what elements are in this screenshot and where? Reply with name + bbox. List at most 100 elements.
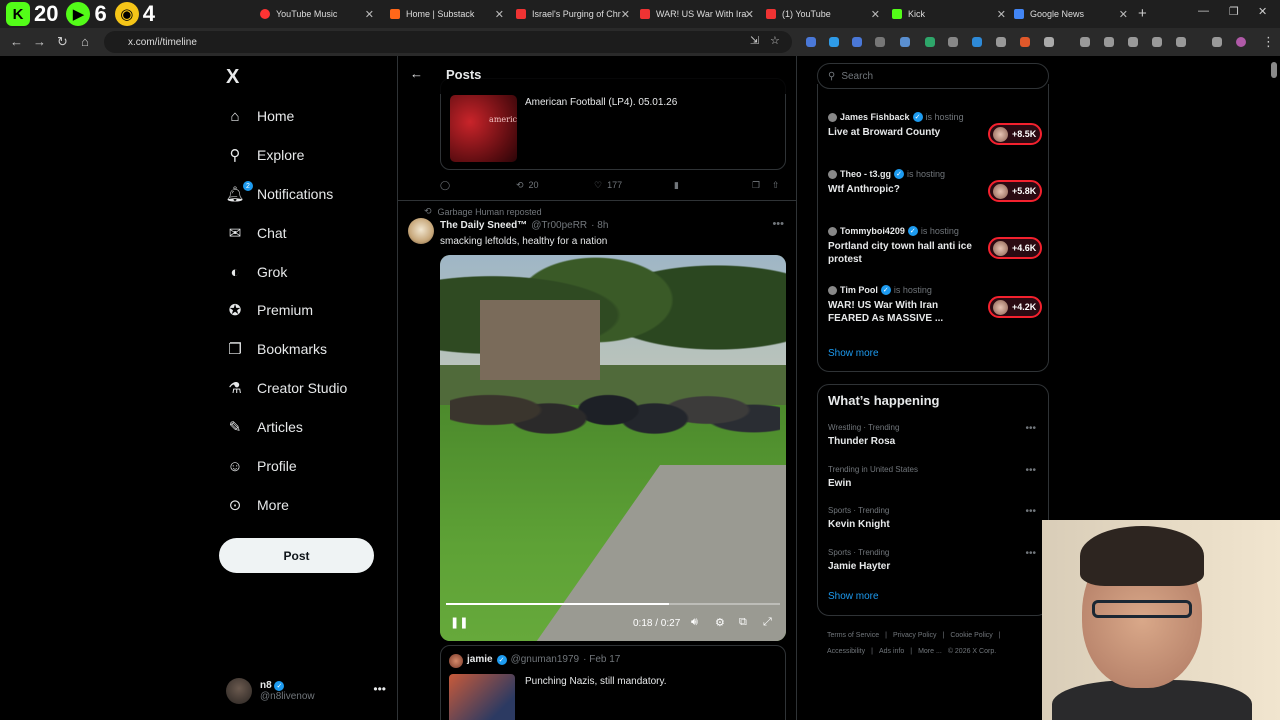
- tab-google-news[interactable]: Google News ✕: [1008, 3, 1132, 25]
- volume-icon[interactable]: 🔊︎: [691, 616, 698, 629]
- puzzle-icon[interactable]: [1044, 37, 1054, 47]
- reload-icon[interactable]: ↻: [57, 34, 68, 50]
- trend-item[interactable]: Trending in United States Ewin •••: [828, 465, 1042, 489]
- close-icon[interactable]: ✕: [745, 8, 754, 21]
- live-item[interactable]: Tim Pool ✓ is hosting WAR! US War With Ira…: [828, 285, 1042, 325]
- close-icon[interactable]: ✕: [997, 8, 1006, 21]
- tab-youtube-war[interactable]: WAR! US War With Ira ✕: [634, 3, 758, 25]
- post-button[interactable]: Post: [219, 538, 374, 573]
- sidebar-item-articles[interactable]: ✎ Articles: [226, 412, 303, 442]
- minimize-icon[interactable]: —: [1198, 5, 1209, 17]
- footer-link[interactable]: More ...: [918, 648, 942, 655]
- author-handle[interactable]: @Tr00peRR: [531, 220, 587, 231]
- footer-link[interactable]: Accessibility: [827, 648, 865, 655]
- more-dots-icon[interactable]: •••: [772, 218, 784, 230]
- x-logo[interactable]: X: [226, 66, 239, 89]
- home-browser-icon[interactable]: ⌂: [81, 34, 89, 49]
- profile-avatar-icon[interactable]: [1236, 37, 1246, 47]
- extension-icon[interactable]: [829, 37, 839, 47]
- trend-item[interactable]: Wrestling · Trending Thunder Rosa •••: [828, 423, 1042, 447]
- devtools-icon[interactable]: [1128, 37, 1138, 47]
- sidebar-item-premium[interactable]: ✪ Premium: [226, 295, 313, 325]
- footer-link[interactable]: Cookie Policy: [950, 632, 992, 639]
- sidepanel-icon[interactable]: [1152, 37, 1162, 47]
- avatar[interactable]: [408, 218, 434, 244]
- reply-icon[interactable]: ◯: [440, 180, 450, 191]
- live-count-pill[interactable]: +5.8K: [988, 180, 1042, 202]
- close-icon[interactable]: ✕: [495, 8, 504, 21]
- more-dots-icon[interactable]: •••: [1025, 548, 1036, 559]
- repost-button[interactable]: ⟲ 20: [516, 180, 539, 191]
- tab-kick[interactable]: Kick ✕: [886, 3, 1010, 25]
- footer-link[interactable]: Ads info: [879, 648, 904, 655]
- tab-substack[interactable]: Home | Substack ✕: [384, 3, 508, 25]
- extension-icon[interactable]: [972, 37, 982, 47]
- close-window-icon[interactable]: ✕: [1258, 5, 1267, 18]
- settings-icon[interactable]: ⚙: [715, 616, 725, 629]
- tab-youtube[interactable]: (1) YouTube ✕: [760, 3, 884, 25]
- post-time[interactable]: · 8h: [591, 220, 608, 231]
- extension-icon[interactable]: [852, 37, 862, 47]
- close-icon[interactable]: ✕: [871, 8, 880, 21]
- extension-icon[interactable]: [806, 37, 816, 47]
- live-item[interactable]: James Fishback ✓ is hosting Live at Browar…: [828, 112, 1042, 145]
- extension-icon[interactable]: [1212, 37, 1222, 47]
- sidebar-item-creator-studio[interactable]: ⚗ Creator Studio: [226, 373, 347, 403]
- sidebar-item-home[interactable]: ⌂ Home: [226, 101, 294, 131]
- more-dots-icon[interactable]: •••: [1025, 423, 1036, 434]
- like-button[interactable]: ♡ 177: [594, 180, 622, 191]
- tab-youtube-music[interactable]: YouTube Music ✕: [254, 3, 378, 25]
- extension-icon[interactable]: [996, 37, 1006, 47]
- extension-icon[interactable]: [900, 37, 910, 47]
- views-icon[interactable]: ▮: [674, 180, 679, 191]
- trend-item[interactable]: Sports · Trending Jamie Hayter •••: [828, 548, 1042, 572]
- trend-item[interactable]: Sports · Trending Kevin Knight •••: [828, 506, 1042, 530]
- video-progress-bar[interactable]: [446, 603, 780, 605]
- footer-link[interactable]: Terms of Service: [827, 632, 879, 639]
- pause-icon[interactable]: ❚❚: [450, 616, 468, 629]
- page-scrollbar[interactable]: [1271, 62, 1277, 78]
- sidebar-item-more[interactable]: ⊙ More: [226, 490, 289, 520]
- author-name[interactable]: The Daily Sneed™: [440, 220, 527, 231]
- show-more-link[interactable]: Show more: [828, 348, 879, 359]
- live-item[interactable]: Tommyboi4209 ✓ is hosting Portland city to…: [828, 226, 1042, 266]
- extension-icon[interactable]: [948, 37, 958, 47]
- close-icon[interactable]: ✕: [365, 8, 374, 21]
- extension-icon[interactable]: [875, 37, 885, 47]
- live-count-pill[interactable]: +4.6K: [988, 237, 1042, 259]
- sidebar-item-profile[interactable]: ☺ Profile: [226, 451, 296, 481]
- more-dots-icon[interactable]: •••: [373, 682, 386, 696]
- sidebar-item-grok[interactable]: ◐ Grok: [226, 257, 287, 287]
- tab-youtube-israel[interactable]: Israel's Purging of Chr ✕: [510, 3, 634, 25]
- show-more-link[interactable]: Show more: [828, 591, 879, 602]
- sidebar-item-bookmarks[interactable]: ❐ Bookmarks: [226, 334, 327, 364]
- sidebar-item-explore[interactable]: ⚲ Explore: [226, 140, 305, 170]
- close-icon[interactable]: ✕: [621, 8, 630, 21]
- history-icon[interactable]: [1080, 37, 1090, 47]
- install-icon[interactable]: ⇲: [750, 34, 759, 47]
- repost-indicator[interactable]: ⟲ Garbage Human reposted: [424, 206, 542, 217]
- more-dots-icon[interactable]: •••: [1025, 465, 1036, 476]
- url-field[interactable]: x.com/i/timeline: [104, 31, 792, 53]
- extension-icon[interactable]: [1176, 37, 1186, 47]
- back-icon[interactable]: ←: [10, 34, 23, 49]
- fullscreen-icon[interactable]: ⤢: [763, 616, 772, 629]
- quoted-post-card[interactable]: jamie ✓ @gnuman1979 · Feb 17 Punching Na…: [440, 645, 786, 720]
- extension-icon[interactable]: [925, 37, 935, 47]
- forward-icon[interactable]: →: [33, 34, 46, 49]
- footer-link[interactable]: Privacy Policy: [893, 632, 937, 639]
- live-item[interactable]: Theo - t3.gg ✓ is hosting Wtf Anthropic? +…: [828, 169, 1042, 202]
- bookmark-icon[interactable]: ❐: [752, 180, 760, 191]
- account-switcher[interactable]: n8 ✓ @n8livenow •••: [226, 674, 386, 708]
- popout-icon[interactable]: ⧉: [739, 616, 747, 629]
- star-icon[interactable]: ☆: [770, 34, 780, 47]
- close-icon[interactable]: ✕: [1119, 8, 1128, 21]
- sidebar-item-notifications[interactable]: 🔔︎ 2 Notifications: [225, 179, 333, 209]
- live-count-pill[interactable]: +4.2K: [988, 296, 1042, 318]
- share-icon[interactable]: ⇧: [772, 180, 780, 191]
- video-player[interactable]: ❚❚ 0:18 / 0:27 🔊︎ ⚙ ⧉ ⤢: [440, 255, 786, 641]
- restore-icon[interactable]: ❐: [1229, 5, 1239, 18]
- sidebar-item-chat[interactable]: ✉ Chat: [226, 218, 287, 248]
- live-count-pill[interactable]: +8.5K: [988, 123, 1042, 145]
- new-tab-icon[interactable]: +: [1138, 5, 1147, 22]
